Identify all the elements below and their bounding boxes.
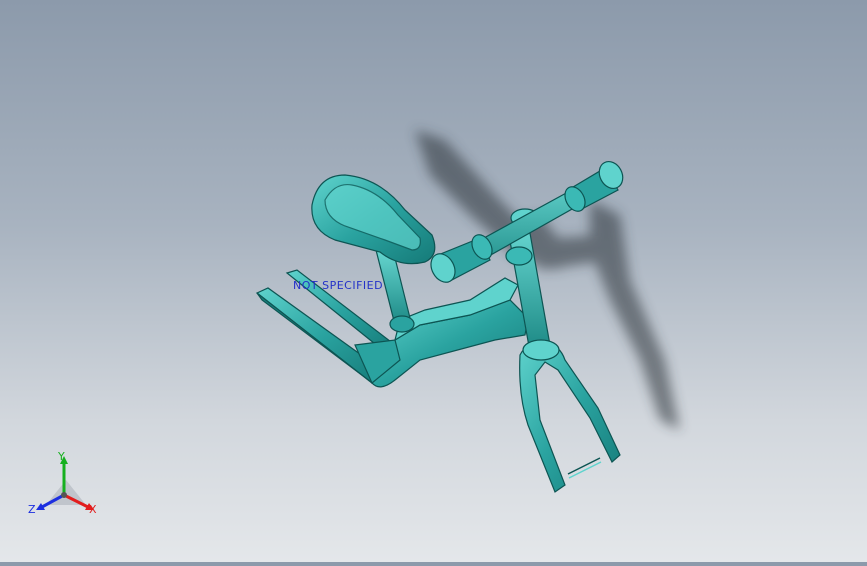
triad-z-label: Z bbox=[28, 503, 36, 516]
triad-x-label: X bbox=[89, 503, 97, 516]
saddle bbox=[311, 174, 436, 265]
front-axle bbox=[567, 457, 602, 479]
annotation-label: NOT SPECIFIED bbox=[293, 279, 384, 292]
model-shadow bbox=[415, 130, 680, 430]
graphics-viewport[interactable]: NOT SPECIFIED Y X Z bbox=[0, 0, 867, 562]
balance-bike-model[interactable] bbox=[0, 0, 867, 562]
front-fork bbox=[519, 339, 621, 493]
triad-y-label: Y bbox=[58, 450, 65, 463]
coordinate-triad: Y X Z bbox=[26, 450, 106, 520]
main-frame bbox=[354, 277, 529, 388]
